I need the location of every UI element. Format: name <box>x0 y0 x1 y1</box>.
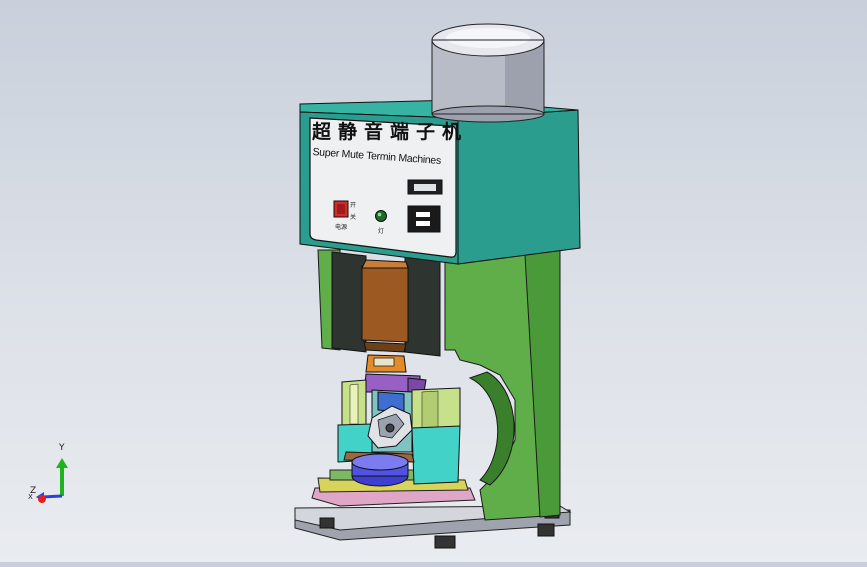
ram-assembly <box>331 251 441 357</box>
machine-title: 超静音端子机 <box>312 121 469 143</box>
triad-z-axis <box>38 495 46 503</box>
triad-x-label: X <box>28 493 33 501</box>
indicator-lamp <box>375 210 387 222</box>
power-mark-off: 关 <box>350 214 357 221</box>
applicator-die <box>337 354 461 487</box>
power-label: 电源 <box>335 224 348 231</box>
triad-y-label: Y <box>59 443 65 453</box>
indicator-label: 灯 <box>378 228 385 235</box>
coordinate-triad <box>36 458 68 503</box>
cad-viewport[interactable]: 超静音端子机 Super Mute Termin Machines 电源 开 关… <box>0 0 867 562</box>
motor-cylinder <box>431 23 545 123</box>
power-mark-on: 开 <box>350 202 357 209</box>
control-switch-box[interactable] <box>407 205 441 233</box>
machine-model <box>36 23 581 549</box>
